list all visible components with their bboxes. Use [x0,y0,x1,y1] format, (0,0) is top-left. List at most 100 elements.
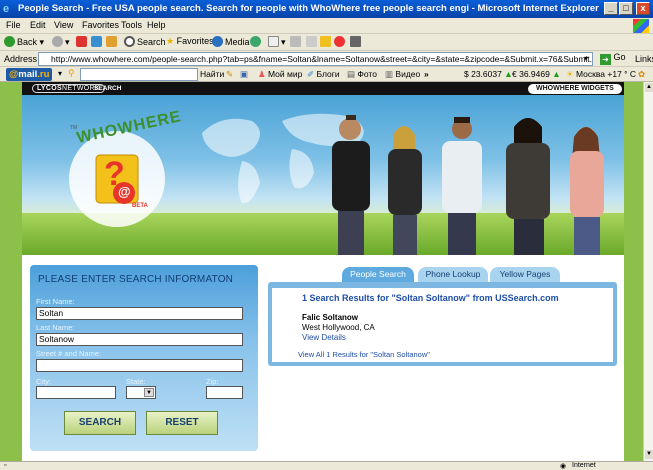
research-button[interactable] [350,36,363,47]
go-button[interactable]: ➜ Go [600,52,626,65]
address-label: Address [4,54,38,64]
browser-window: e People Search - Free USA people search… [0,0,653,470]
address-input[interactable]: http://www.whowhere.com/people-search.ph… [38,52,593,66]
history-button[interactable] [250,36,263,47]
discuss-button[interactable] [320,36,333,47]
mailru-search-input[interactable] [80,68,198,81]
window-icon[interactable]: ▣ [240,69,248,80]
blogs-icon: ✐ [307,69,315,79]
tab-phone-lookup[interactable]: Phone Lookup [418,267,488,283]
messenger-button[interactable] [334,36,347,47]
street-input[interactable] [36,359,243,372]
at-sign-icon [334,36,345,47]
menu-file[interactable]: File [6,20,21,30]
home-button[interactable] [106,36,119,47]
refresh-button[interactable] [91,36,104,47]
sun-icon: ☀ [566,69,574,79]
tab-yellow-pages[interactable]: Yellow Pages [490,267,560,283]
state-select[interactable]: ▼ [126,386,156,399]
pencil-icon[interactable]: ✎ [226,69,233,80]
print-icon [290,36,301,47]
media-button[interactable]: Media [212,36,250,47]
internet-zone: Internet [572,462,596,469]
page-viewport: LYCOSNETWORK SEARCH WHOWHERE WIDGETS WHO… [0,82,643,461]
links-button[interactable]: Links [635,54,653,64]
last-name-label: Last Name: [36,323,75,332]
stop-icon [76,36,87,47]
scroll-up-icon[interactable]: ▲ [645,83,653,92]
video-icon: ▥ [385,69,394,79]
city-input[interactable] [36,386,116,399]
blogs-link[interactable]: ✐ Блоги [307,69,340,80]
title-bar: e People Search - Free USA people search… [0,0,653,18]
menu-view[interactable]: View [54,20,73,30]
internet-zone-icon: ◉ [560,463,567,470]
chevron-down-icon[interactable]: ▼ [144,388,154,397]
state-label: State: [126,377,146,386]
site-content: LYCOSNETWORK SEARCH WHOWHERE WIDGETS WHO… [22,82,624,461]
person-3 [442,117,482,255]
lycos-network-strip: LYCOSNETWORK SEARCH WHOWHERE WIDGETS [22,82,624,95]
research-icon [350,36,361,47]
strip-search-link[interactable]: SEARCH [94,85,121,92]
logo-tm: TM [70,125,78,131]
vertical-scrollbar[interactable]: ▲ ▼ [643,82,653,461]
menu-bar: File Edit View Favorites Tools Help [0,18,653,34]
reset-button[interactable]: RESET [146,411,218,435]
mailru-extra-icon[interactable]: ✿ [638,69,645,80]
last-name-input[interactable]: Soltanow [36,333,243,346]
whowhere-widgets-button[interactable]: WHOWHERE WIDGETS [528,84,622,94]
my-world-link[interactable]: ♟ Мой мир [258,69,302,80]
weather-widget[interactable]: ☀ Москва +17 ° C [566,69,636,80]
mailru-toolbar: @mail.ru ▾ ⚲ Найти ✎ ▣ ♟ Мой мир ✐ Блоги… [0,67,653,82]
city-label: City: [36,377,51,386]
status-bar: ▫ ◉ Internet [0,461,653,470]
page-status-icon: ▫ [4,462,7,469]
results-header: 1 Search Results for "Soltan Soltanow" f… [302,293,559,303]
search-button[interactable]: SEARCH [64,411,136,435]
hero-banner: WHOWHERE TM ? @ BETA [22,95,624,255]
mailru-find-button[interactable]: Найти [200,69,224,79]
edit-page-button[interactable] [306,36,319,47]
people-icon: ♟ [258,69,266,79]
scroll-down-icon[interactable]: ▼ [645,450,653,459]
mailru-search-icon[interactable]: ⚲ [68,68,75,79]
zip-input[interactable] [206,386,243,399]
street-label: Street # and Name: [36,349,102,358]
close-button[interactable]: x [636,2,650,15]
eur-rate: € 36.9469 ▲ [512,69,561,79]
person-4 [506,118,550,255]
first-name-input[interactable]: Soltan [36,307,243,320]
favorites-button[interactable]: ★ Favorites [166,36,214,47]
minimize-button[interactable]: _ [604,2,618,15]
ie-icon: e [3,3,10,15]
maximize-button[interactable]: □ [619,2,633,15]
view-all-link[interactable]: View All 1 Results for "Soltan Soltanow" [298,350,430,359]
back-arrow-icon [4,36,15,47]
back-button[interactable]: Back ▾ [4,36,44,48]
menu-favorites[interactable]: Favorites [82,20,119,30]
mailru-logo[interactable]: @mail.ru [6,68,53,81]
person-1 [332,115,370,255]
menu-edit[interactable]: Edit [30,20,46,30]
video-link[interactable]: ▥ Видео [385,69,420,80]
logo-beta: BETA [132,203,148,209]
print-button[interactable] [290,36,303,47]
stop-button[interactable] [76,36,89,47]
result-name: Falic Soltanow [302,313,359,322]
address-dropdown-icon[interactable]: ▾ [584,54,588,63]
search-button[interactable]: Search [124,36,166,47]
refresh-icon [91,36,102,47]
view-details-link[interactable]: View Details [302,333,346,342]
menu-help[interactable]: Help [147,20,166,30]
address-bar: Address http://www.whowhere.com/people-s… [0,51,653,67]
menu-tools[interactable]: Tools [121,20,142,30]
mailru-menu-chevron-icon[interactable]: ▾ [58,69,62,78]
person-2 [388,126,422,255]
forward-button[interactable]: ▾ [52,36,70,48]
mail-button[interactable]: ▾ [268,36,286,48]
tab-people-search[interactable]: People Search [342,267,414,283]
photo-link[interactable]: ▤ Фото [347,69,377,80]
more-chevron[interactable]: » [424,69,429,79]
forward-arrow-icon [52,36,63,47]
